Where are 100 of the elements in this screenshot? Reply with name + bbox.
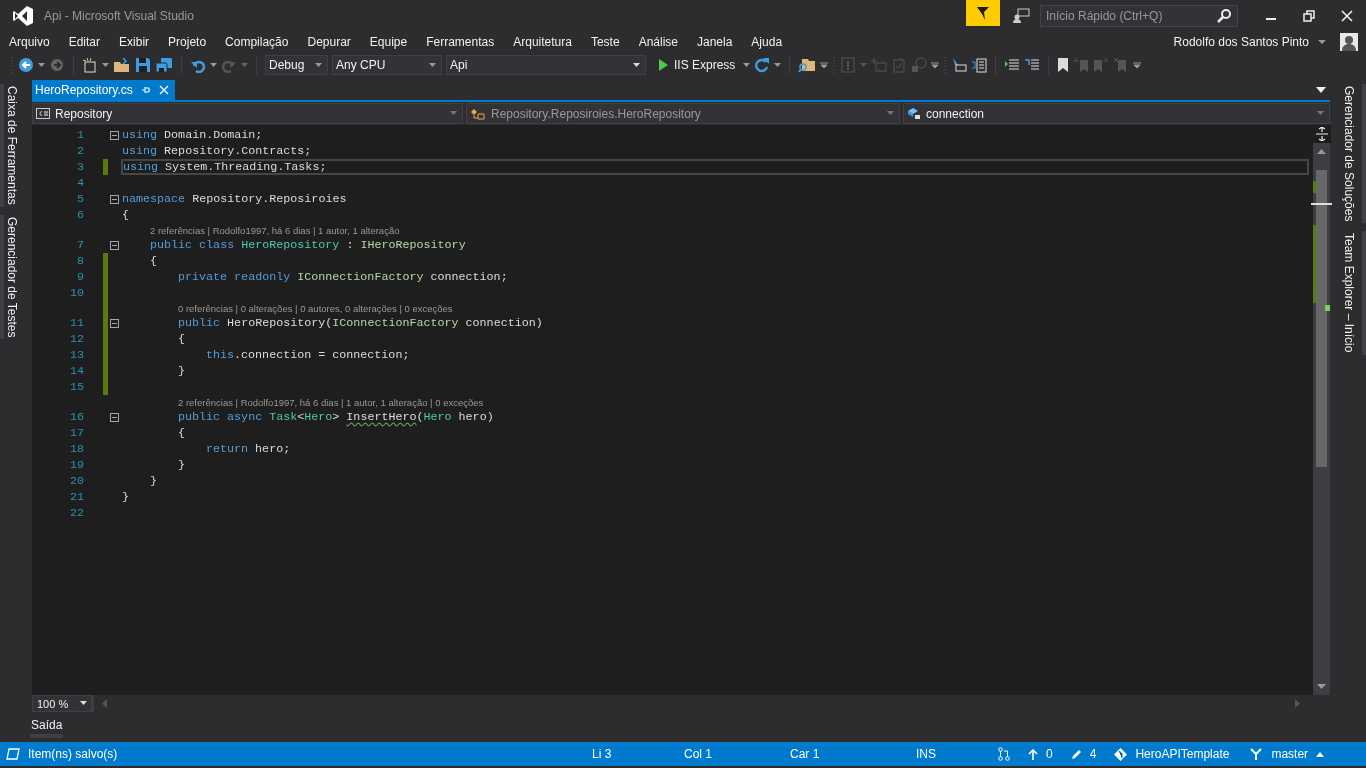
line-number: 8 [76, 253, 84, 269]
collapse-icon[interactable] [110, 412, 119, 422]
side-tab[interactable]: Gerenciador de Testes [0, 214, 22, 340]
menu-item[interactable]: Exibir [114, 33, 155, 51]
quick-launch-field[interactable]: Início Rápido (Ctrl+Q) [1040, 5, 1238, 27]
menu-item[interactable]: Ferramentas [421, 33, 500, 51]
menu-item[interactable]: Janela [692, 33, 738, 51]
line-number: 4 [76, 175, 84, 191]
collapse-icon[interactable] [110, 318, 119, 328]
overflow-icon[interactable] [1133, 61, 1142, 69]
save-all-icon[interactable] [155, 57, 173, 73]
line-number: 9 [76, 269, 84, 285]
menu-item[interactable]: Depurar [302, 33, 356, 51]
branch-button[interactable]: master [1249, 747, 1325, 761]
output-tab[interactable]: Saída [30, 716, 64, 738]
split-icon[interactable] [1312, 125, 1331, 143]
outdent-icon[interactable] [1024, 57, 1041, 73]
menu-item[interactable]: Arquitetura [508, 33, 577, 51]
collapse-icon[interactable] [110, 194, 119, 204]
member-dropdown[interactable]: connection [903, 103, 1330, 124]
line-number: 7 [76, 237, 84, 253]
caret-icon [1317, 111, 1324, 116]
overflow-icon[interactable] [931, 61, 940, 69]
caret-icon[interactable] [241, 62, 248, 68]
status-message: Item(ns) salvo(s) [28, 747, 119, 761]
caret-icon[interactable] [774, 62, 782, 68]
tab-list-icon[interactable] [1316, 86, 1326, 94]
pending-changes-button[interactable]: 4 [1070, 747, 1097, 761]
line-number: 14 [68, 363, 84, 379]
notification-button[interactable] [966, 0, 1000, 26]
find-in-folder-icon[interactable] [798, 57, 817, 73]
pin-icon[interactable] [140, 85, 151, 95]
open-folder-icon[interactable] [113, 57, 131, 73]
caret-icon [450, 111, 457, 116]
startup-project-dropdown[interactable]: Api [446, 55, 646, 75]
feedback-icon[interactable] [1012, 8, 1030, 24]
platform-dropdown[interactable]: Any CPU [332, 55, 442, 75]
side-tab[interactable]: Gerenciador de Soluções [1336, 84, 1366, 224]
indent-icon[interactable] [1004, 57, 1021, 73]
line-number: 12 [68, 331, 84, 347]
scroll-up-icon[interactable] [1317, 149, 1326, 154]
menu-item[interactable]: Análise [633, 33, 683, 51]
overflow-icon[interactable] [820, 61, 829, 69]
repository-button[interactable]: HeroAPITemplate [1114, 747, 1230, 761]
line-number: 2 [76, 143, 84, 159]
code-lens[interactable]: 0 referências | 0 alterações | 0 autores, 0 alterações | 0 exceções [178, 302, 453, 314]
pull-request-icon[interactable] [998, 747, 1010, 761]
code-line: return hero; [206, 442, 291, 456]
type-dropdown[interactable]: Repository.Reposiroies.HeroRepository [466, 103, 900, 124]
menu-item[interactable]: Editar [63, 33, 106, 51]
caret-icon[interactable] [210, 62, 217, 68]
line-number: 3 [76, 159, 84, 175]
account-name[interactable]: Rodolfo dos Santos Pinto [1168, 33, 1314, 51]
caret-icon [887, 111, 894, 116]
side-tab[interactable]: Caixa de Ferramentas [0, 84, 22, 207]
code-lens[interactable]: 2 referências | Rodolfo1997, há 6 dias | 1 autor, 1 alteração | 0 exceções [178, 396, 484, 408]
restore-icon[interactable] [1303, 10, 1315, 22]
unpushed-commits-button[interactable]: 0 [1028, 747, 1053, 761]
forward-icon[interactable] [49, 57, 65, 73]
window-title: Api - Microsoft Visual Studio [44, 9, 194, 23]
menu-item[interactable]: Equipe [364, 33, 413, 51]
refresh-icon[interactable] [754, 57, 771, 73]
code-lens[interactable]: 2 referências | Rodolfo1997, há 6 dias | 1 autor, 1 alteração [150, 224, 400, 236]
menu-item[interactable]: Teste [585, 33, 625, 51]
zoom-dropdown[interactable]: 100 % [32, 695, 92, 712]
code-line: public class HeroRepository : IHeroRepository [150, 238, 466, 252]
code-line: public async Task<Hero> InsertHero(Hero hero) [178, 410, 494, 424]
scroll-down-icon[interactable] [1317, 684, 1326, 689]
collapse-icon[interactable] [110, 130, 119, 140]
menu-item[interactable]: Compilação [220, 33, 294, 51]
menu-item[interactable]: Ajuda [746, 33, 788, 51]
back-icon[interactable] [18, 57, 34, 73]
side-tab[interactable]: Team Explorer – Início [1336, 231, 1366, 355]
menu-item[interactable]: Projeto [163, 33, 212, 51]
caret-icon[interactable] [1318, 39, 1326, 45]
bookmark-icon[interactable] [1057, 57, 1070, 73]
document-tab[interactable]: HeroRepository.cs [32, 80, 175, 100]
avatar-icon[interactable] [1340, 33, 1358, 51]
run-button[interactable]: IIS Express [650, 55, 740, 75]
caret-icon[interactable] [102, 62, 109, 68]
configuration-dropdown[interactable]: Debug [265, 55, 328, 75]
close-icon[interactable] [1341, 10, 1353, 22]
up-arrow-icon [1028, 748, 1038, 760]
class-icon [470, 107, 486, 120]
check-document-icon[interactable] [891, 57, 908, 73]
caret-icon[interactable] [743, 62, 751, 68]
collapse-icon[interactable] [110, 240, 119, 250]
select-element-icon[interactable] [951, 57, 968, 73]
pencil-icon [1070, 748, 1082, 760]
new-project-icon[interactable] [82, 57, 98, 73]
layout-icon[interactable] [971, 57, 988, 73]
save-icon[interactable] [135, 57, 151, 73]
project-dropdown[interactable]: Repository [32, 103, 463, 124]
line-number: 1 [76, 127, 84, 143]
line-number: 16 [68, 409, 84, 425]
search-icon[interactable] [1217, 9, 1231, 23]
caret-icon [633, 62, 640, 68]
menu-item[interactable]: Arquivo [4, 33, 55, 51]
caret-icon[interactable] [38, 62, 45, 68]
code-line: { [178, 332, 185, 346]
